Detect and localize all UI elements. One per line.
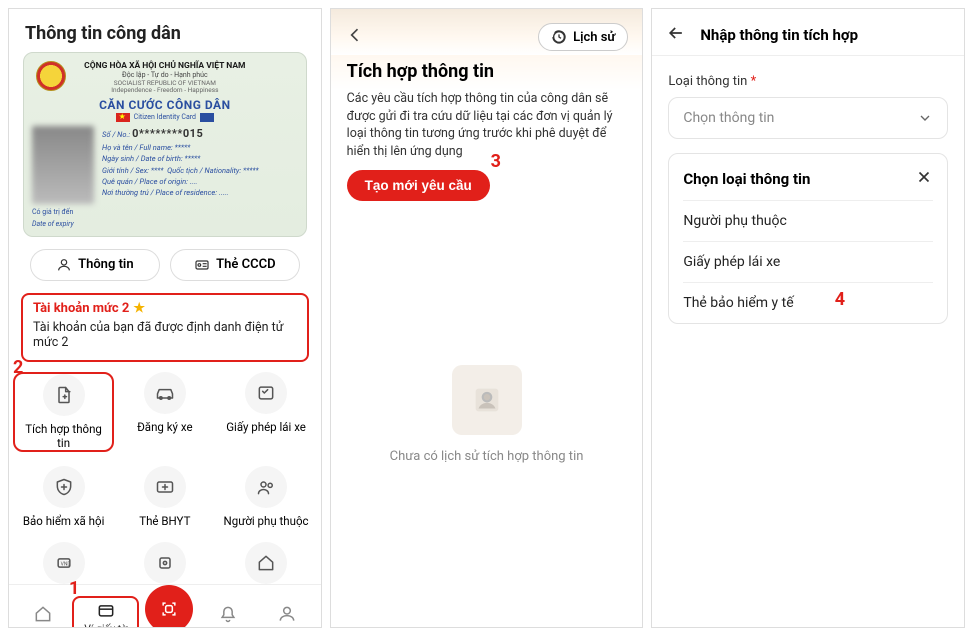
check-list-icon	[245, 372, 287, 414]
id-number: 0********015	[132, 127, 203, 140]
options-sheet: Chọn loại thông tin Người phụ thuộc Giấy…	[668, 153, 948, 324]
user-icon	[56, 257, 72, 273]
nat-row: Quốc tịch / Nationality: *****	[167, 166, 259, 175]
cccd-tab[interactable]: Thẻ CCCD	[170, 249, 300, 281]
grid-item-dependents[interactable]: Người phụ thuộc	[215, 466, 316, 528]
annotation-4: 4	[835, 289, 845, 310]
users-icon	[245, 466, 287, 508]
close-button[interactable]	[915, 168, 933, 190]
card-icon	[194, 257, 210, 273]
page-title: Nhập thông tin tích hợp	[700, 26, 858, 44]
sheet-title: Chọn loại thông tin	[683, 170, 810, 188]
grid-item-extra-3[interactable]	[215, 542, 316, 584]
account-level-box: Tài khoản mức 2 ★ Tài khoản của bạn đã đ…	[21, 293, 309, 362]
bottom-nav: Trang chủ Ví giấy tờ Thông báo Cá nhân	[9, 584, 321, 628]
grid-item-license[interactable]: Giấy phép lái xe	[215, 372, 316, 452]
info-tab[interactable]: Thông tin	[30, 249, 160, 281]
dob-row: Ngày sinh / Date of birth: *****	[102, 154, 200, 163]
expiry-label: Có giá trị đến	[32, 208, 94, 216]
scan-icon	[145, 585, 193, 628]
select-placeholder: Chọn thông tin	[683, 110, 774, 126]
required-mark: *	[751, 74, 757, 89]
id-card: CỘNG HÒA XÃ HỘI CHỦ NGHĨA VIỆT NAM Độc l…	[23, 52, 307, 237]
nav-wallet[interactable]: Ví giấy tờ	[72, 596, 139, 628]
star-icon: ★	[133, 301, 145, 316]
page-title: Tích hợp thông tin	[331, 55, 643, 90]
create-request-button[interactable]: Tạo mới yêu cầu	[347, 170, 490, 201]
nav-center[interactable]	[139, 591, 198, 628]
page-title: Thông tin công dân	[9, 9, 321, 52]
shield-plus-icon	[43, 466, 85, 508]
expiry-label-en: Date of expiry	[32, 220, 94, 228]
sex-row: Giới tính / Sex: ****	[102, 166, 163, 175]
field-label: Loại thông tin	[668, 74, 747, 89]
nav-notifications[interactable]: Thông báo	[198, 604, 257, 628]
history-icon	[551, 29, 567, 45]
screen-citizen-info: Thông tin công dân CỘNG HÒA XÃ HỘI CHỦ N…	[8, 8, 322, 628]
screen-integration: Lịch sử Tích hợp thông tin Các yêu cầu t…	[330, 8, 644, 628]
doc-plus-icon	[43, 374, 85, 416]
svg-text:VND: VND	[60, 561, 70, 567]
back-button[interactable]	[345, 25, 365, 49]
country-name: CỘNG HÒA XÃ HỘI CHỦ NGHĨA VIỆT NAM	[32, 61, 298, 71]
grid-item-integrate[interactable]: Tích hợp thông tin	[13, 372, 114, 452]
grid-item-health-card[interactable]: Thẻ BHYT	[114, 466, 215, 528]
id-photo	[32, 126, 94, 204]
card-title: CĂN CƯỚC CÔNG DÂN	[32, 98, 298, 112]
grid-item-social-insurance[interactable]: Bảo hiểm xã hội	[13, 466, 114, 528]
card-subtitle: Citizen Identity Card	[134, 113, 196, 121]
screen-enter-info: Nhập thông tin tích hợp Loại thông tin *…	[651, 8, 965, 628]
flag-icon	[116, 113, 130, 122]
name-row: Họ và tên / Full name: *****	[102, 143, 190, 152]
grid-item-register-vehicle[interactable]: Đăng ký xe	[114, 372, 215, 452]
empty-text: Chưa có lịch sử tích hợp thông tin	[390, 449, 584, 464]
res-row: Nơi thường trú / Place of residence: ...…	[102, 188, 229, 197]
origin-row: Quê quán / Place of origin: ....	[102, 177, 197, 186]
page-description: Các yêu cầu tích hợp thông tin của công …	[331, 90, 643, 170]
chevron-down-icon	[917, 110, 933, 126]
nav-home[interactable]: Trang chủ	[13, 604, 72, 628]
nav-profile[interactable]: Cá nhân	[258, 604, 317, 628]
info-type-select[interactable]: Chọn thông tin	[668, 97, 948, 139]
emblem-icon	[36, 61, 66, 91]
grid-item-extra-1[interactable]: VND	[13, 542, 114, 584]
back-button[interactable]	[666, 23, 686, 47]
option-health-card[interactable]: Thẻ bảo hiểm y tế 4	[683, 282, 933, 323]
close-icon	[915, 168, 933, 186]
feature-grid: Tích hợp thông tin Đăng ký xe Giấy phép …	[9, 362, 321, 584]
car-icon	[144, 372, 186, 414]
stamp-icon	[144, 542, 186, 584]
history-button[interactable]: Lịch sử	[538, 23, 628, 51]
card-plus-icon	[144, 466, 186, 508]
option-dependents[interactable]: Người phụ thuộc	[683, 200, 933, 241]
grid-item-extra-2[interactable]	[114, 542, 215, 584]
option-license[interactable]: Giấy phép lái xe	[683, 241, 933, 282]
home-icon	[245, 542, 287, 584]
empty-illustration	[452, 365, 522, 435]
vnd-icon: VND	[43, 542, 85, 584]
motto-en: Independence - Freedom - Happiness	[32, 87, 298, 95]
